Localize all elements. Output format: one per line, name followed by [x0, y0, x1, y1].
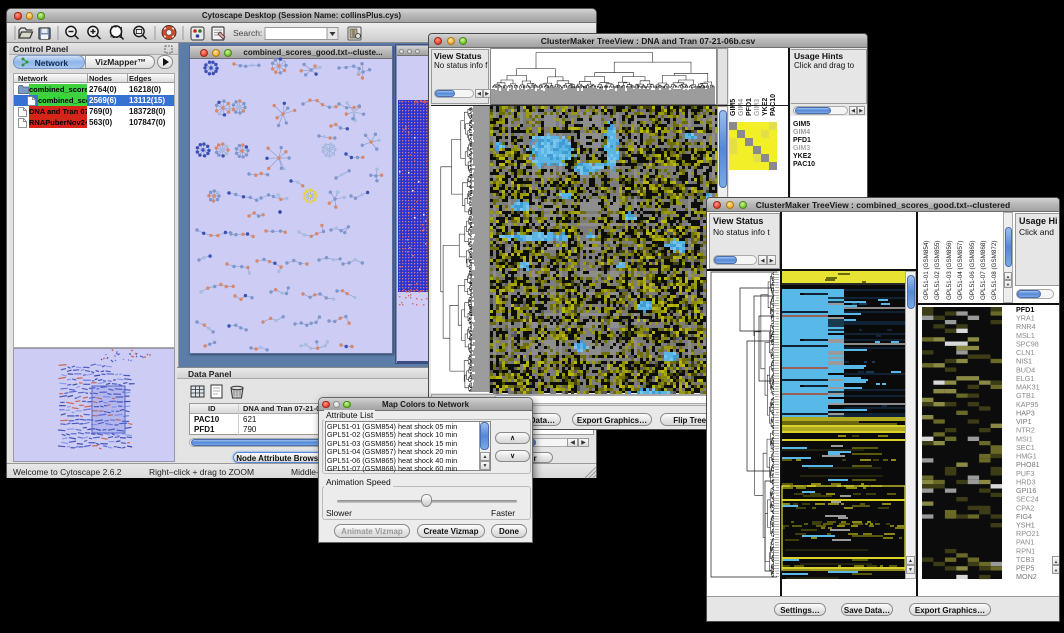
svg-text:HAP3: HAP3 [1016, 408, 1035, 417]
svg-text:GIM5: GIM5 [730, 99, 737, 116]
svg-text:SEC24: SEC24 [1016, 495, 1039, 504]
svg-text:RNR4: RNR4 [1016, 322, 1036, 331]
svg-text:YKE2: YKE2 [762, 98, 769, 116]
svg-text:GIM3: GIM3 [754, 99, 761, 116]
svg-text:GIM4: GIM4 [738, 99, 745, 116]
svg-text:MON2: MON2 [1016, 572, 1037, 581]
svg-text:GPL51-06 (GSM865): GPL51-06 (GSM865) [969, 241, 976, 301]
svg-text:PFD1: PFD1 [746, 98, 753, 116]
svg-text:GPL51-08 (GSM872): GPL51-08 (GSM872) [991, 241, 998, 301]
svg-text:GPL51-07 (GSM868): GPL51-07 (GSM868) [980, 241, 987, 301]
svg-text:GPL51-04 (GSM857): GPL51-04 (GSM857) [957, 241, 964, 301]
svg-text:BUD4: BUD4 [1016, 365, 1035, 374]
svg-text:GPL51-01 (GSM854): GPL51-01 (GSM854) [923, 241, 930, 301]
svg-text:Search:: Search: [233, 28, 262, 38]
svg-text:HMG1: HMG1 [1016, 452, 1037, 461]
svg-text:GPL51-03 (GSM856): GPL51-03 (GSM856) [946, 241, 953, 301]
svg-text:GPL51-02 (GSM855): GPL51-02 (GSM855) [934, 241, 941, 301]
svg-text:PAN1: PAN1 [1016, 538, 1034, 547]
